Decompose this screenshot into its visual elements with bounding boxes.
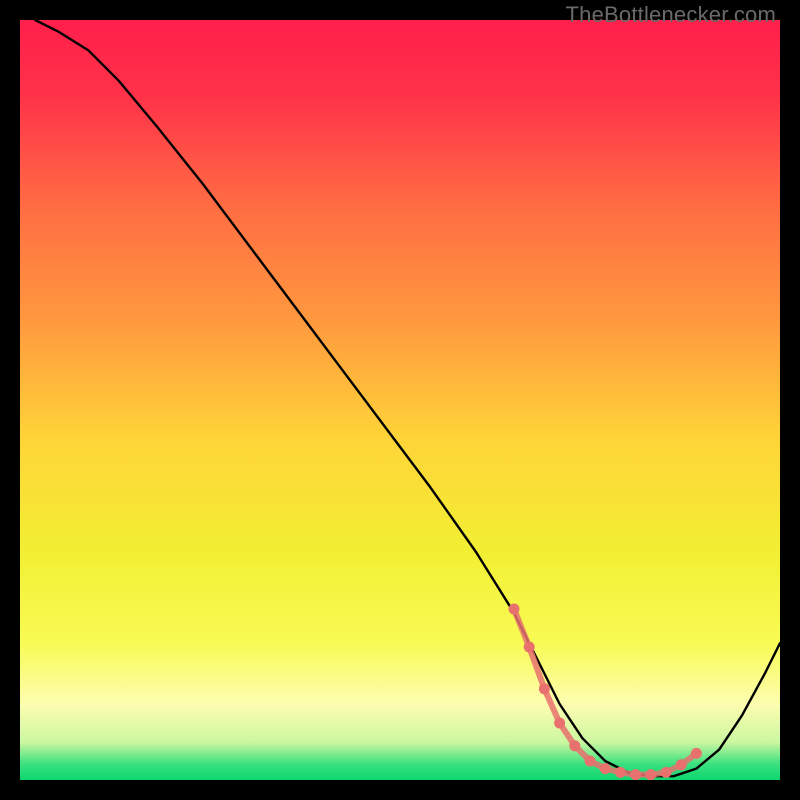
gradient-background xyxy=(20,20,780,780)
chart-frame xyxy=(20,20,780,780)
watermark-text: TheBottlenecker.com xyxy=(566,2,776,28)
bottleneck-chart xyxy=(20,20,780,780)
